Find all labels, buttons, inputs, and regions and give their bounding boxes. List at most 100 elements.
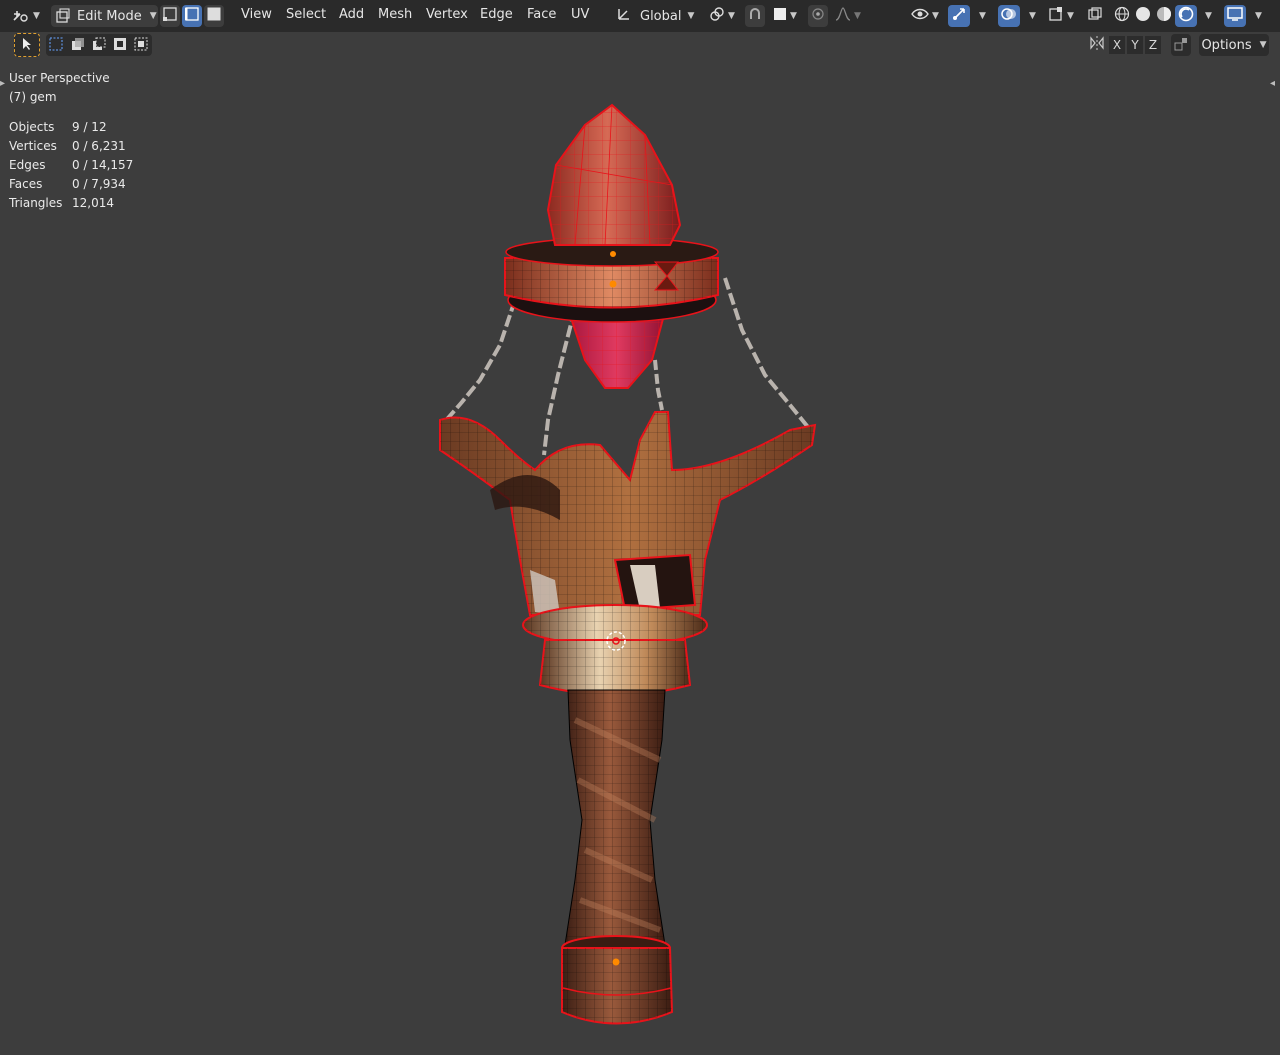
chevron-down-icon: ▼ bbox=[1259, 40, 1267, 50]
chains bbox=[440, 261, 814, 456]
wireframe-shading-button[interactable] bbox=[1112, 5, 1132, 27]
gizmo-icon bbox=[951, 6, 967, 26]
mirror-toggle[interactable] bbox=[1087, 34, 1107, 56]
rendered-shading-icon bbox=[1178, 6, 1194, 26]
pommel bbox=[561, 947, 674, 1025]
select-difference-button[interactable] bbox=[110, 34, 130, 56]
overlay-icon bbox=[1001, 6, 1017, 26]
editor-type-button[interactable]: ▼ bbox=[8, 5, 44, 27]
chevron-down-icon: ▼ bbox=[149, 11, 157, 21]
ring-base bbox=[507, 277, 717, 323]
face-select-icon bbox=[207, 7, 221, 25]
cup-body bbox=[439, 411, 817, 616]
3d-cursor bbox=[606, 631, 626, 651]
mesh-overlay-icon bbox=[1048, 6, 1064, 26]
falloff-curve-icon bbox=[835, 7, 851, 25]
rendered-shading-button[interactable] bbox=[1175, 5, 1197, 27]
stat-row-triangles: Triangles 12,014 bbox=[9, 194, 133, 213]
vertex-select-icon bbox=[163, 7, 177, 25]
menu-add[interactable]: Add bbox=[339, 7, 364, 22]
stat-row-edges: Edges 0 / 14,157 bbox=[9, 156, 133, 175]
shading-dropdown[interactable]: ▼ bbox=[1198, 5, 1216, 27]
face-select-button[interactable] bbox=[204, 5, 224, 27]
mesh-edit-overlay-dropdown[interactable]: ▼ bbox=[1044, 5, 1078, 27]
menu-uv[interactable]: UV bbox=[571, 7, 589, 22]
stat-label: Vertices bbox=[9, 139, 57, 153]
viewport-3d-scene[interactable] bbox=[0, 0, 1280, 1055]
toolbar-expand-arrow[interactable]: ▸ bbox=[0, 78, 5, 89]
options-dropdown[interactable]: Options ▼ bbox=[1199, 34, 1269, 56]
stat-value: 0 / 7,934 bbox=[72, 177, 126, 191]
menu-edge[interactable]: Edge bbox=[480, 7, 513, 22]
select-intersect-icon bbox=[134, 36, 148, 55]
cursor-arrow-icon bbox=[21, 36, 33, 55]
material-shading-icon bbox=[1156, 6, 1172, 26]
collar-rim bbox=[522, 604, 708, 646]
edge-select-button[interactable] bbox=[182, 5, 202, 27]
mirror-x-toggle[interactable]: X bbox=[1109, 36, 1125, 54]
edit-mode-icon bbox=[55, 8, 71, 24]
visibility-icon bbox=[911, 7, 929, 25]
collar-neck bbox=[538, 639, 692, 696]
stat-row-objects: Objects 9 / 12 bbox=[9, 118, 133, 137]
select-subtract-icon bbox=[92, 36, 106, 55]
solid-shading-icon bbox=[1135, 6, 1151, 26]
stat-label: Objects bbox=[9, 120, 55, 134]
menu-view[interactable]: View bbox=[241, 7, 272, 22]
stat-label: Edges bbox=[9, 158, 46, 172]
snap-toggle[interactable] bbox=[745, 5, 765, 27]
auto-merge-toggle[interactable] bbox=[1171, 34, 1191, 56]
edge-select-icon bbox=[184, 7, 199, 25]
mirror-icon bbox=[1089, 35, 1105, 55]
select-extend-icon bbox=[71, 36, 85, 55]
gizmo-toggle[interactable] bbox=[948, 5, 970, 27]
editor-type-icon bbox=[12, 8, 30, 24]
viewport-header: ▼ Edit Mode ▼ View Select Add Mesh Verte… bbox=[0, 0, 1280, 32]
xray-icon bbox=[1088, 7, 1102, 25]
select-new-button[interactable] bbox=[46, 34, 66, 56]
auto-merge-icon bbox=[1174, 36, 1188, 55]
mirror-z-toggle[interactable]: Z bbox=[1145, 36, 1161, 54]
transform-orientation-dropdown[interactable]: Global ▼ bbox=[616, 5, 698, 27]
mirror-y-toggle[interactable]: Y bbox=[1127, 36, 1143, 54]
gem-lower bbox=[563, 299, 670, 389]
menu-face[interactable]: Face bbox=[527, 7, 556, 22]
viewport-display-dropdown[interactable]: ▼ bbox=[1248, 5, 1266, 27]
material-shading-button[interactable] bbox=[1154, 5, 1174, 27]
proportional-edit-icon bbox=[811, 7, 825, 25]
select-intersect-button[interactable] bbox=[131, 34, 151, 56]
pivot-point-dropdown[interactable]: ▼ bbox=[706, 5, 738, 27]
snap-target-dropdown[interactable]: ▼ bbox=[769, 5, 801, 27]
visibility-dropdown[interactable]: ▼ bbox=[908, 5, 942, 27]
stat-value: 9 / 12 bbox=[72, 120, 107, 134]
select-new-icon bbox=[49, 36, 63, 55]
overlay-dropdown[interactable]: ▼ bbox=[1022, 5, 1040, 27]
pivot-point-icon bbox=[709, 6, 725, 26]
proportional-falloff-dropdown[interactable]: ▼ bbox=[832, 5, 864, 27]
transform-orientation-icon bbox=[616, 6, 632, 26]
options-label: Options bbox=[1201, 37, 1252, 53]
xray-toggle[interactable] bbox=[1085, 5, 1105, 27]
vertex-select-button[interactable] bbox=[160, 5, 180, 27]
mode-selector[interactable]: Edit Mode ▼ bbox=[51, 5, 158, 27]
transform-orientation-label: Global bbox=[640, 8, 682, 24]
menu-mesh[interactable]: Mesh bbox=[378, 7, 412, 22]
menu-select[interactable]: Select bbox=[286, 7, 326, 22]
active-object-label: (7) gem bbox=[9, 90, 57, 104]
menu-vertex[interactable]: Vertex bbox=[426, 7, 468, 22]
viewport-display-icon bbox=[1227, 6, 1243, 26]
sidebar-expand-arrow[interactable]: ◂ bbox=[1270, 78, 1275, 89]
view-perspective-label: User Perspective bbox=[9, 71, 110, 85]
viewport-stats-overlay: User Perspective (7) gem Objects 9 / 12 … bbox=[9, 69, 133, 213]
stat-value: 0 / 6,231 bbox=[72, 139, 126, 153]
wireframe-shading-icon bbox=[1114, 6, 1130, 26]
stat-value: 12,014 bbox=[72, 196, 114, 210]
select-subtract-button[interactable] bbox=[89, 34, 109, 56]
select-tool-button[interactable] bbox=[14, 33, 40, 57]
solid-shading-button[interactable] bbox=[1133, 5, 1153, 27]
proportional-edit-toggle[interactable] bbox=[808, 5, 828, 27]
gizmo-dropdown[interactable]: ▼ bbox=[972, 5, 990, 27]
select-extend-button[interactable] bbox=[68, 34, 88, 56]
viewport-display-button[interactable] bbox=[1224, 5, 1246, 27]
overlay-toggle[interactable] bbox=[998, 5, 1020, 27]
